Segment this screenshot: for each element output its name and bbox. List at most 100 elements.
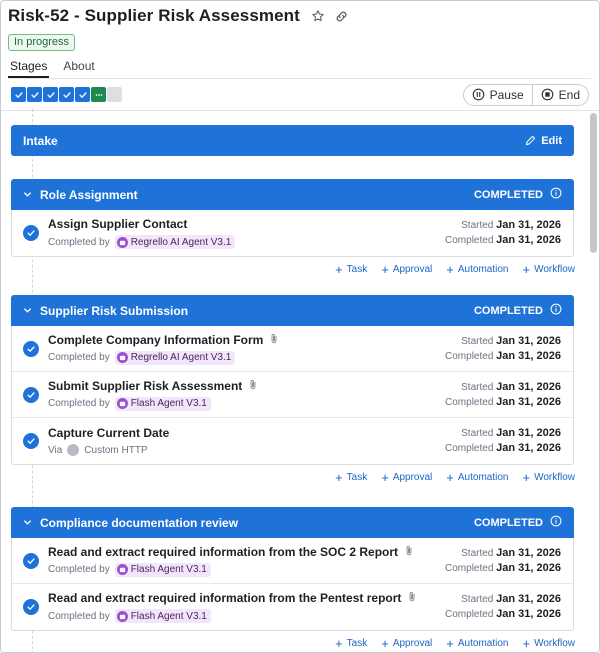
link-icon[interactable] bbox=[332, 6, 352, 26]
add-actions: + Task + Approval + Automation + Workflow bbox=[335, 469, 575, 485]
started-value: Jan 31, 2026 bbox=[496, 380, 561, 393]
info-icon[interactable] bbox=[550, 303, 562, 318]
task-meta: Completed by Flash Agent V3.1 bbox=[48, 562, 414, 577]
stage-step-completed[interactable] bbox=[27, 87, 42, 102]
task-row[interactable]: Read and extract required information fr… bbox=[12, 538, 573, 584]
agent-badge[interactable]: Flash Agent V3.1 bbox=[114, 609, 211, 623]
completed-date: Completed Jan 31, 2026 bbox=[445, 349, 561, 364]
stage-intake: Intake Edit bbox=[11, 125, 574, 156]
tab-about[interactable]: About bbox=[61, 59, 96, 78]
stage-step-current[interactable] bbox=[91, 87, 106, 102]
completed-by-label: Completed by bbox=[48, 610, 110, 622]
add-task-button[interactable]: + Task bbox=[335, 471, 367, 484]
add-automation-button[interactable]: + Automation bbox=[446, 637, 508, 650]
add-approval-label: Approval bbox=[392, 638, 433, 649]
chevron-down-icon[interactable] bbox=[23, 304, 32, 318]
check-circle-icon bbox=[23, 225, 39, 241]
started-value: Jan 31, 2026 bbox=[496, 593, 561, 605]
stage-header[interactable]: Supplier Risk Submission COMPLETED bbox=[11, 295, 574, 326]
tab-bar: Stages About bbox=[8, 59, 591, 79]
plus-icon: + bbox=[522, 469, 531, 485]
task-title: Complete Company Information Form bbox=[48, 332, 264, 347]
stop-icon bbox=[541, 88, 553, 101]
stage-header[interactable]: Compliance documentation review COMPLETED bbox=[11, 507, 574, 538]
task-text: Read and extract required information fr… bbox=[48, 545, 414, 577]
started-date: Started Jan 31, 2026 bbox=[445, 426, 561, 441]
attachment-icon[interactable] bbox=[404, 545, 414, 559]
task-name[interactable]: Read and extract required information fr… bbox=[48, 591, 417, 605]
workflow-controls: Pause End bbox=[462, 83, 589, 106]
agent-badge[interactable]: Regrello AI Agent V3.1 bbox=[114, 235, 236, 249]
task-name[interactable]: Complete Company Information Form bbox=[48, 333, 279, 347]
add-approval-button[interactable]: + Approval bbox=[381, 637, 433, 650]
edit-button[interactable]: Edit bbox=[525, 135, 562, 147]
add-approval-label: Approval bbox=[392, 264, 433, 275]
agent-badge[interactable]: Regrello AI Agent V3.1 bbox=[114, 350, 236, 365]
completed-by-label: Completed by bbox=[48, 352, 110, 363]
pause-button[interactable]: Pause bbox=[462, 83, 533, 106]
task-dates: Started Jan 31, 2026 Completed Jan 31, 20… bbox=[445, 218, 561, 248]
task-main: Read and extract required information fr… bbox=[23, 591, 417, 623]
info-icon[interactable] bbox=[550, 515, 562, 530]
task-meta: Completed by Regrello AI Agent V3.1 bbox=[48, 235, 236, 249]
task-name[interactable]: Assign Supplier Contact bbox=[48, 217, 235, 231]
stage-status: COMPLETED bbox=[474, 303, 562, 318]
task-row[interactable]: Complete Company Information Form Complet… bbox=[12, 326, 573, 372]
agent-icon bbox=[116, 236, 128, 248]
end-button[interactable]: End bbox=[532, 83, 589, 106]
agent-badge[interactable]: Flash Agent V3.1 bbox=[114, 396, 211, 411]
task-row[interactable]: Submit Supplier Risk Assessment Completed… bbox=[12, 372, 573, 418]
stage-step-pending[interactable] bbox=[107, 87, 122, 102]
stage-steps bbox=[11, 87, 122, 102]
attachment-icon[interactable] bbox=[407, 591, 417, 605]
plus-icon: + bbox=[381, 469, 389, 485]
info-icon[interactable] bbox=[550, 187, 562, 202]
star-icon[interactable] bbox=[308, 6, 328, 26]
task-text: Complete Company Information Form Complet… bbox=[48, 333, 279, 365]
tab-stages[interactable]: Stages bbox=[8, 59, 50, 78]
completed-by-label: Completed by bbox=[48, 236, 110, 248]
chevron-down-icon[interactable] bbox=[23, 188, 32, 202]
pause-label: Pause bbox=[489, 87, 524, 102]
task-meta: Completed by Flash Agent V3.1 bbox=[48, 396, 258, 411]
check-circle-icon bbox=[23, 552, 39, 569]
stage-step-completed[interactable] bbox=[59, 87, 74, 102]
attachment-icon[interactable] bbox=[248, 379, 258, 393]
agent-badge[interactable]: Flash Agent V3.1 bbox=[114, 562, 211, 577]
add-workflow-button[interactable]: + Workflow bbox=[522, 469, 575, 485]
chevron-down-icon[interactable] bbox=[23, 516, 32, 530]
task-name[interactable]: Submit Supplier Risk Assessment bbox=[48, 379, 258, 393]
add-automation-button[interactable]: + Automation bbox=[446, 263, 508, 276]
pause-icon bbox=[472, 88, 484, 101]
add-approval-button[interactable]: + Approval bbox=[381, 469, 432, 485]
task-row[interactable]: Read and extract required information fr… bbox=[12, 584, 573, 630]
stage-name: Supplier Risk Submission bbox=[23, 304, 188, 318]
add-approval-button[interactable]: + Approval bbox=[381, 263, 433, 276]
task-title: Assign Supplier Contact bbox=[48, 217, 188, 231]
check-circle-icon bbox=[23, 433, 39, 449]
agent-name: Regrello AI Agent V3.1 bbox=[130, 236, 232, 248]
task-name[interactable]: Read and extract required information fr… bbox=[48, 545, 414, 559]
stage-header[interactable]: Intake Edit bbox=[11, 125, 574, 156]
add-task-button[interactable]: + Task bbox=[335, 263, 367, 276]
task-title: Submit Supplier Risk Assessment bbox=[48, 378, 243, 393]
stage-step-completed[interactable] bbox=[43, 87, 58, 102]
stage-title: Compliance documentation review bbox=[40, 515, 239, 530]
stage-step-completed[interactable] bbox=[11, 87, 26, 102]
task-row[interactable]: Capture Current Date Via Custom HTTP Starte… bbox=[12, 418, 573, 464]
add-automation-button[interactable]: + Automation bbox=[446, 471, 508, 484]
task-name[interactable]: Capture Current Date bbox=[48, 426, 169, 440]
stage-step-completed[interactable] bbox=[75, 87, 90, 102]
agent-icon bbox=[116, 352, 128, 363]
task-dates: Started Jan 31, 2026 Completed Jan 31, 20… bbox=[445, 592, 561, 622]
scrollbar[interactable] bbox=[590, 113, 597, 253]
stage-title: Supplier Risk Submission bbox=[40, 303, 189, 318]
stage-header[interactable]: Role Assignment COMPLETED bbox=[11, 179, 574, 210]
agent-name: Flash Agent V3.1 bbox=[130, 398, 207, 409]
task-row[interactable]: Assign Supplier Contact Completed by Regre… bbox=[12, 210, 573, 256]
add-workflow-button[interactable]: + Workflow bbox=[522, 263, 575, 276]
attachment-icon[interactable] bbox=[269, 333, 279, 347]
started-label: Started bbox=[461, 594, 494, 605]
add-workflow-button[interactable]: + Workflow bbox=[522, 637, 575, 650]
add-task-button[interactable]: + Task bbox=[335, 637, 367, 650]
